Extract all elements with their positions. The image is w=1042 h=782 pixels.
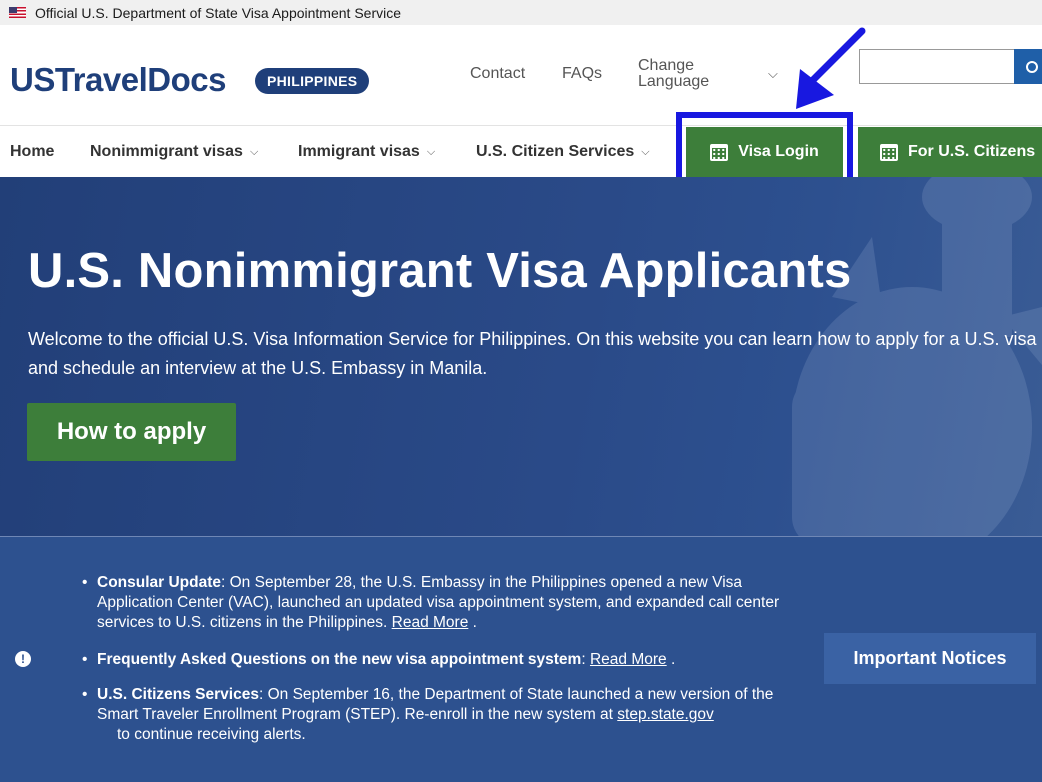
nav-item-label: Nonimmigrant visas	[90, 143, 243, 160]
nav-item-nonimmigrant-visas[interactable]: Nonimmigrant visas ⌵	[90, 143, 258, 161]
read-more-link[interactable]: Read More	[392, 614, 469, 631]
chevron-down-icon[interactable]: ⌵	[768, 66, 778, 82]
alert-icon: !	[15, 651, 31, 667]
main-nav: Home Nonimmigrant visas ⌵ Immigrant visas…	[0, 125, 1042, 177]
gov-banner: Official U.S. Department of State Visa A…	[0, 0, 1042, 25]
nav-item-label: Immigrant visas	[298, 143, 420, 160]
annotation-highlight-box	[676, 112, 853, 186]
faqs-link[interactable]: FAQs	[562, 65, 602, 83]
nav-item-home[interactable]: Home	[10, 143, 54, 161]
notice-tail: .	[468, 614, 477, 631]
notice-item: U.S. Citizens Services: On September 16,…	[82, 685, 797, 745]
notices-section: ! Consular Update: On September 28, the …	[0, 536, 1042, 782]
site-logo[interactable]: USTravelDocs	[10, 61, 226, 99]
notice-tail: .	[666, 651, 676, 668]
us-flag-icon	[9, 7, 26, 18]
us-citizens-label: For U.S. Citizens	[908, 143, 1036, 160]
read-more-link[interactable]: Read More	[590, 651, 667, 668]
search-button[interactable]	[1014, 49, 1042, 84]
search-icon	[1026, 60, 1038, 73]
notice-item: Frequently Asked Questions on the new vi…	[82, 650, 797, 670]
country-badge: PHILIPPINES	[255, 68, 370, 94]
us-citizens-button[interactable]: For U.S. Citizens	[858, 127, 1042, 177]
chevron-down-icon: ⌵	[249, 145, 259, 158]
annotation-arrow-icon	[796, 27, 866, 109]
chevron-down-icon: ⌵	[426, 145, 436, 158]
notice-title: Frequently Asked Questions on the new vi…	[97, 651, 582, 668]
site-header: USTravelDocs PHILIPPINES Contact FAQs Ch…	[0, 25, 1042, 125]
change-language-label-2: Language	[638, 73, 710, 90]
chevron-down-icon: ⌵	[641, 145, 650, 158]
contact-link[interactable]: Contact	[470, 65, 525, 83]
nav-item-immigrant-visas[interactable]: Immigrant visas ⌵	[298, 143, 435, 161]
hero-title: U.S. Nonimmigrant Visa Applicants	[28, 244, 852, 298]
change-language-dropdown[interactable]: Change Language	[638, 58, 709, 90]
how-to-apply-button[interactable]: How to apply	[27, 403, 236, 461]
notice-text: :	[581, 651, 590, 668]
hero-description: Welcome to the official U.S. Visa Inform…	[28, 329, 1037, 378]
notice-title: U.S. Citizens Services	[97, 686, 259, 703]
notice-title: Consular Update	[97, 574, 222, 591]
notice-tail: to continue receiving alerts.	[117, 726, 306, 743]
hero-section: U.S. Nonimmigrant Visa Applicants Welcom…	[0, 177, 1042, 536]
gov-banner-text: Official U.S. Department of State Visa A…	[35, 4, 401, 21]
change-language-label-1: Change	[638, 57, 695, 74]
search-input[interactable]	[859, 49, 1015, 84]
calendar-icon	[880, 143, 898, 161]
nav-item-label: U.S. Citizen Services	[476, 143, 635, 160]
nav-item-citizen-services[interactable]: U.S. Citizen Services ⌵	[476, 143, 650, 161]
nav-item-label: Home	[10, 143, 55, 160]
step-state-gov-link[interactable]: step.state.gov	[617, 706, 714, 723]
notice-item: Consular Update: On September 28, the U.…	[82, 573, 797, 633]
important-notices-button[interactable]: Important Notices	[824, 633, 1036, 684]
